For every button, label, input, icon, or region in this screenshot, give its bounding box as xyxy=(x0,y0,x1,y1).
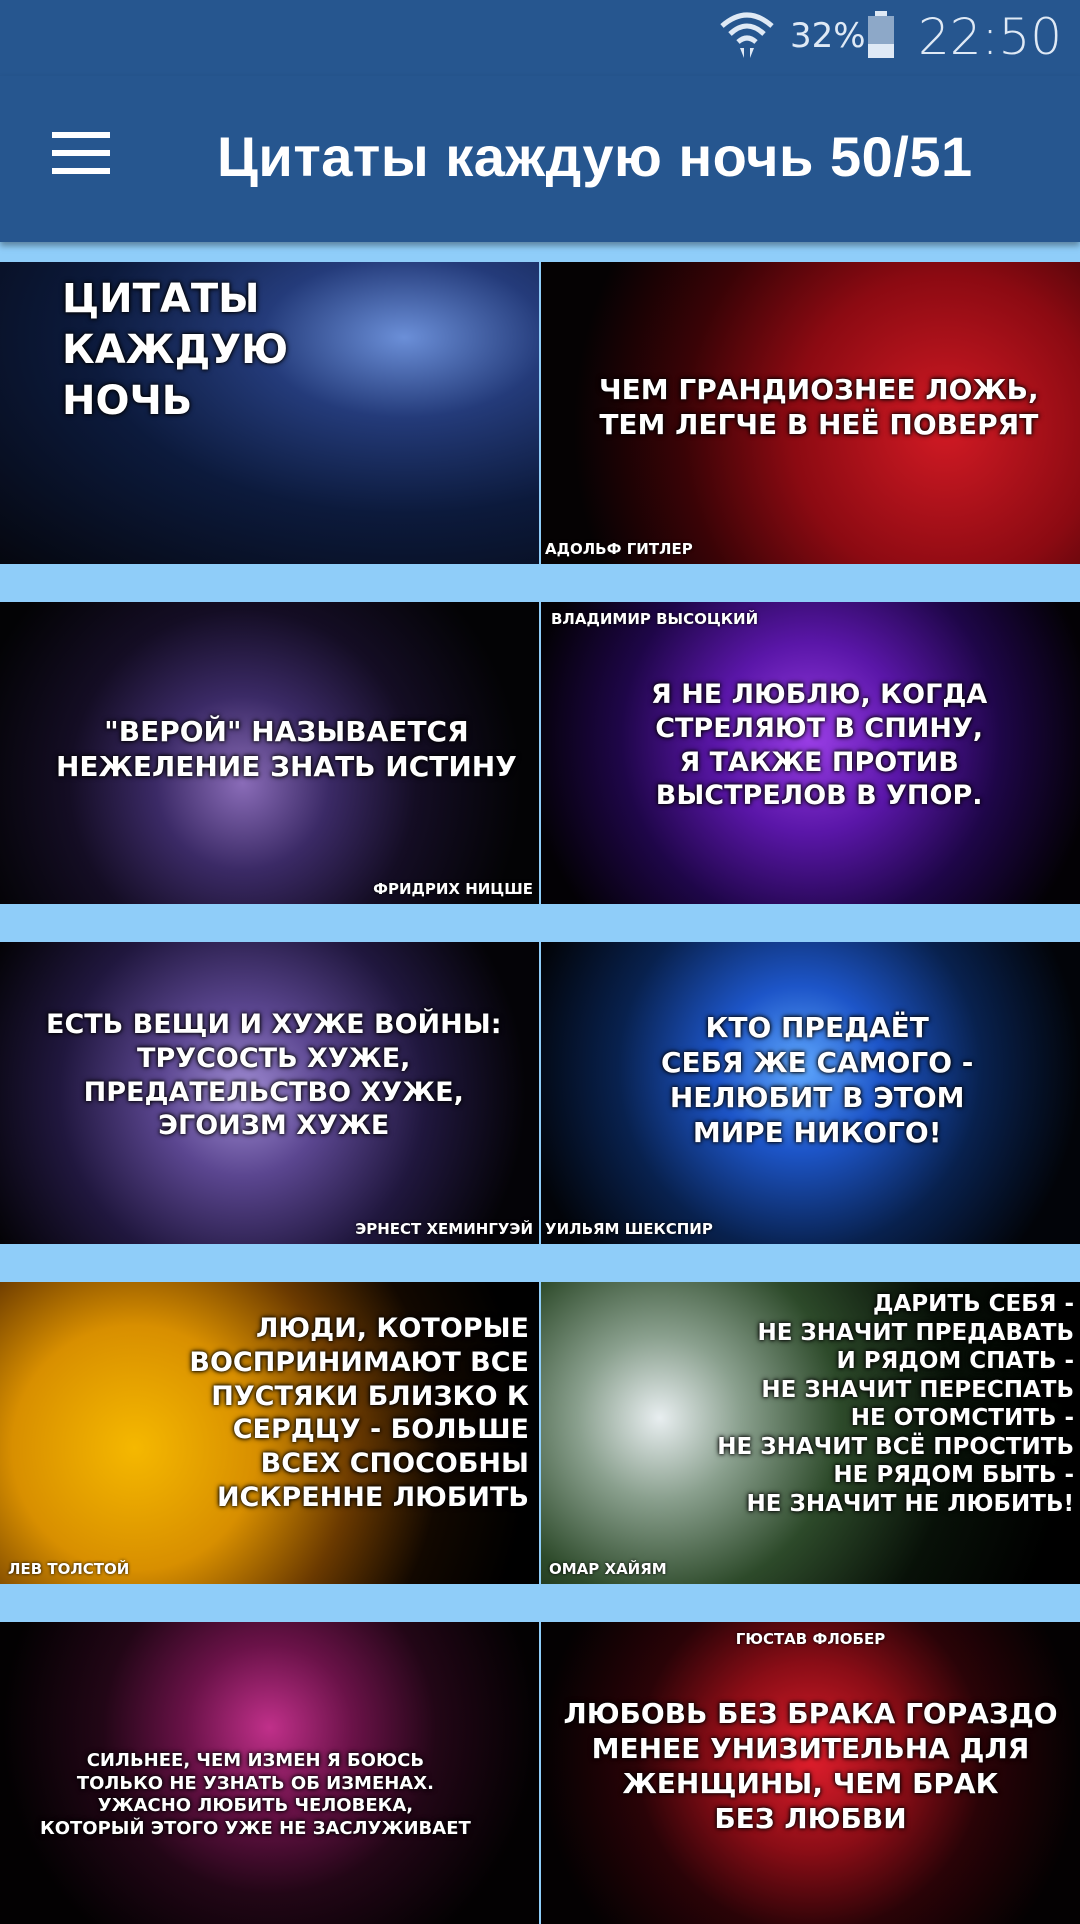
quote-text: "ВЕРОЙ" НАЗЫВАЕТСЯ НЕЖЕЛЕНИЕ ЗНАТЬ ИСТИН… xyxy=(56,715,517,783)
clock: 22:50 xyxy=(918,8,1063,66)
quote-author: ВЛАДИМИР ВЫСОЦКИЙ xyxy=(551,610,759,628)
quote-author: ЭРНЕСТ ХЕМИНГУЭЙ xyxy=(355,1220,533,1238)
quote-card[interactable]: ЕСТЬ ВЕЩИ И ХУЖЕ ВОЙНЫ: ТРУСОСТЬ ХУЖЕ, П… xyxy=(0,942,539,1244)
wifi-icon xyxy=(720,12,774,58)
quote-text: ЦИТАТЫ КАЖДУЮ НОЧЬ xyxy=(62,276,289,425)
quote-card[interactable]: ЛЮДИ, КОТОРЫЕ ВОСПРИНИМАЮТ ВСЕ ПУСТЯКИ Б… xyxy=(0,1282,539,1584)
quote-card[interactable]: ВЛАДИМИР ВЫСОЦКИЙ Я НЕ ЛЮБЛЮ, КОГДА СТРЕ… xyxy=(541,602,1080,904)
page-title: Цитаты каждую ночь 50/51 xyxy=(217,125,973,188)
quote-text: ДАРИТЬ СЕБЯ - НЕ ЗНАЧИТ ПРЕДАВАТЬ И РЯДО… xyxy=(717,1291,1074,1517)
quote-text: ЧЕМ ГРАНДИОЗНЕЕ ЛОЖЬ, ТЕМ ЛЕГЧЕ В НЕЁ ПО… xyxy=(599,373,1039,441)
quote-author: ФРИДРИХ НИЦШЕ xyxy=(373,880,533,898)
quote-card[interactable]: ЧЕМ ГРАНДИОЗНЕЕ ЛОЖЬ, ТЕМ ЛЕГЧЕ В НЕЁ ПО… xyxy=(541,262,1080,564)
quote-text: КТО ПРЕДАЁТ СЕБЯ ЖЕ САМОГО - НЕЛЮБИТ В Э… xyxy=(661,1011,974,1149)
quote-card[interactable]: СИЛЬНЕЕ, ЧЕМ ИЗМЕН Я БОЮСЬ ТОЛЬКО НЕ УЗН… xyxy=(0,1622,539,1924)
quote-author: ОМАР ХАЙЯМ xyxy=(549,1560,667,1578)
menu-icon[interactable] xyxy=(52,126,116,190)
quote-text: Я НЕ ЛЮБЛЮ, КОГДА СТРЕЛЯЮТ В СПИНУ, Я ТА… xyxy=(651,679,988,812)
status-bar: 32% 22:50 xyxy=(0,0,1080,76)
app-bar: Цитаты каждую ночь 50/51 xyxy=(0,76,1080,242)
quote-text: СИЛЬНЕЕ, ЧЕМ ИЗМЕН Я БОЮСЬ ТОЛЬКО НЕ УЗН… xyxy=(40,1750,471,1839)
quote-author: ГЮСТАВ ФЛОБЕР xyxy=(735,1630,886,1648)
battery-percent: 32% xyxy=(790,16,866,56)
battery-icon xyxy=(868,11,894,58)
quote-text: ЕСТЬ ВЕЩИ И ХУЖЕ ВОЙНЫ: ТРУСОСТЬ ХУЖЕ, П… xyxy=(46,1009,502,1142)
quote-card[interactable]: ДАРИТЬ СЕБЯ - НЕ ЗНАЧИТ ПРЕДАВАТЬ И РЯДО… xyxy=(541,1282,1080,1584)
quote-card[interactable]: КТО ПРЕДАЁТ СЕБЯ ЖЕ САМОГО - НЕЛЮБИТ В Э… xyxy=(541,942,1080,1244)
quote-author: ЛЕВ ТОЛСТОЙ xyxy=(8,1560,130,1578)
quote-text: ЛЮДИ, КОТОРЫЕ ВОСПРИНИМАЮТ ВСЕ ПУСТЯКИ Б… xyxy=(189,1313,529,1513)
quote-text: ЛЮБОВЬ БЕЗ БРАКА ГОРАЗДО МЕНЕЕ УНИЗИТЕЛЬ… xyxy=(563,1697,1058,1835)
quote-author: АДОЛЬФ ГИТЛЕР xyxy=(545,540,693,558)
quote-card[interactable]: "ВЕРОЙ" НАЗЫВАЕТСЯ НЕЖЕЛЕНИЕ ЗНАТЬ ИСТИН… xyxy=(0,602,539,904)
quote-author: УИЛЬЯМ ШЕКСПИР xyxy=(545,1220,713,1238)
quote-card[interactable]: ЦИТАТЫ КАЖДУЮ НОЧЬ xyxy=(0,262,539,564)
quote-card[interactable]: ГЮСТАВ ФЛОБЕР ЛЮБОВЬ БЕЗ БРАКА ГОРАЗДО М… xyxy=(541,1622,1080,1924)
